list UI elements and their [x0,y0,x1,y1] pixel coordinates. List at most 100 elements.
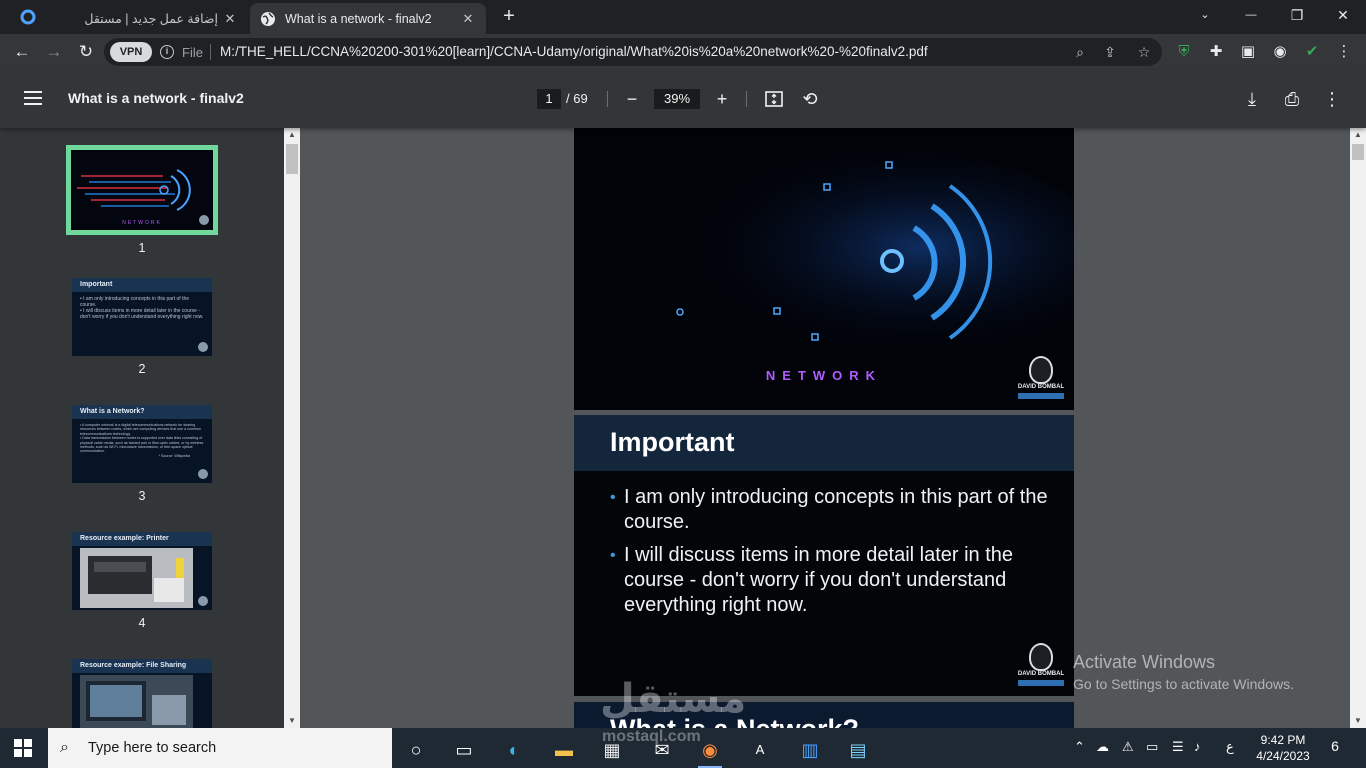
security-check-icon[interactable]: ✔ [1300,40,1324,64]
shield-lock-icon[interactable]: ⛨ [1172,40,1196,64]
search-icon: ⌕ [60,739,69,756]
avatar-icon [1029,643,1053,671]
screen: إضافة عمل جديد | مستقل ✕ What is a netwo… [0,0,1366,768]
thumbnail-image: NETWORK [66,145,218,235]
thumbnail-text: • I will discuss items in more detail la… [80,308,204,320]
clock-time: 9:42 PM [1260,733,1306,747]
slide-2: Important I am only introducing concepts… [574,415,1074,696]
logo-bar [1018,393,1064,399]
thumbnail-image: Resource example: Printer [72,532,212,610]
scroll-up-icon[interactable]: ▲ [284,128,300,142]
rotate-icon[interactable]: ⟲ [798,87,822,111]
zoom-input[interactable] [654,89,700,109]
network-app-icon[interactable]: ▤ [836,732,880,768]
battery-icon[interactable]: ▭ [1146,739,1158,755]
close-icon[interactable]: ✕ [460,11,476,27]
notification-icon[interactable]: 6 [1324,738,1346,758]
bullet-item: I will discuss items in more detail late… [610,543,1050,618]
scroll-down-icon[interactable]: ▼ [284,714,300,728]
url-text[interactable]: M:/THE_HELL/CCNA%20200-301%20[learn]/CCN… [220,44,928,59]
more-options-icon[interactable]: ⋮ [1320,87,1344,111]
scroll-up-icon[interactable]: ▲ [1350,128,1366,142]
kebab-menu-icon[interactable]: ⋮ [1332,40,1356,64]
thumbnail-4[interactable]: Resource example: Printer 4 [66,532,218,630]
share-icon[interactable]: ⇪ [1100,42,1120,62]
app-a-icon[interactable]: A [738,732,782,768]
wifi-icon[interactable]: ☰ [1172,739,1184,755]
info-icon[interactable]: i [160,45,174,59]
search-placeholder: Type here to search [88,740,217,756]
cortana-icon[interactable]: ○ [394,732,438,768]
thumbnail-heading: Important [72,278,212,292]
document-viewer[interactable]: NETWORK DAVID BOMBAL Important I am only… [300,128,1350,728]
thumbnail-heading: Resource example: Printer [72,532,212,546]
show-hidden-icons-icon[interactable]: ⌃ [1074,739,1085,755]
thumb-network-word: NETWORK [122,220,162,226]
activate-subtitle: Go to Settings to activate Windows. [1073,676,1294,692]
divider [607,91,608,107]
thumbnail-2[interactable]: Important • I am only introducing concep… [66,278,218,376]
menu-icon[interactable] [24,91,42,105]
volume-icon[interactable]: ♪ [1194,739,1201,754]
reload-button[interactable]: ↻ [74,40,98,64]
scrollbar-thumb[interactable] [1352,144,1364,160]
taskbar-search[interactable]: ⌕ Type here to search [48,728,392,768]
minimize-button[interactable]: — [1228,0,1274,30]
task-view-icon[interactable]: ▭ [442,732,486,768]
back-button[interactable]: ← [10,40,34,64]
omnibox[interactable]: VPN i File M:/THE_HELL/CCNA%20200-301%20… [104,38,1162,66]
thumbnail-image: Resource example: File Sharing [72,659,212,728]
maximize-button[interactable]: ❐ [1274,0,1320,30]
file-explorer-icon[interactable]: ▬ [542,732,586,768]
chevron-down-icon[interactable]: ⌄ [1182,0,1228,30]
zoom-icon[interactable]: ⌕ [1070,42,1090,62]
onedrive-icon[interactable]: ☁ [1096,739,1109,755]
profile-icon[interactable]: ◉ [1268,40,1292,64]
side-panel-icon[interactable]: ▣ [1236,40,1260,64]
language-indicator[interactable]: ع [1226,739,1234,755]
close-icon[interactable]: ✕ [222,11,238,27]
building-app-icon[interactable]: ▥ [788,732,832,768]
clock[interactable]: 9:42 PM 4/24/2023 [1248,732,1318,764]
slide-title: Important [610,427,735,457]
thumbnail-heading: What is a Network? [72,405,212,419]
pdf-toolbar: What is a network - finalv2 / 69 − + ⟲ ⤓… [0,70,1366,128]
extensions-icon[interactable]: ✚ [1204,40,1228,64]
globe-icon [261,11,275,26]
thumbnail-sidebar: NETWORK 1 Important • I am only introduc… [0,128,284,728]
tab-pdf[interactable]: What is a network - finalv2 ✕ [250,3,486,34]
close-window-button[interactable]: ✕ [1320,0,1366,30]
logo-icon [198,342,208,352]
thumbnail-5[interactable]: Resource example: File Sharing 5 [66,659,218,728]
thumbnail-1[interactable]: NETWORK 1 [66,145,218,255]
tab-mostaql[interactable]: إضافة عمل جديد | مستقل ✕ [12,3,248,34]
bullet-item: I am only introducing concepts in this p… [610,485,1050,535]
forward-button[interactable]: → [42,40,66,64]
print-icon[interactable]: ⎙ [1280,87,1304,111]
zoom-out-button[interactable]: − [620,87,644,111]
scrollbar-thumb[interactable] [286,144,298,174]
network-art-thumb: NETWORK [71,150,213,230]
edge-icon[interactable]: ◐ [492,732,536,768]
zoom-in-button[interactable]: + [710,87,734,111]
scroll-down-icon[interactable]: ▼ [1350,714,1366,728]
fit-page-icon[interactable] [764,89,784,109]
bookmark-star-icon[interactable]: ☆ [1134,42,1154,62]
logo: DAVID BOMBAL [1014,356,1068,402]
watermark-arabic: مستقل [600,677,747,721]
document-title: What is a network - finalv2 [68,90,244,106]
alert-icon[interactable]: ⚠ [1122,739,1134,755]
download-icon[interactable]: ⤓ [1240,87,1264,111]
new-tab-button[interactable]: + [498,6,520,28]
windows-start-icon[interactable] [14,739,32,757]
page-number-input[interactable] [537,89,561,109]
logo-name: DAVID BOMBAL [1017,671,1065,677]
sidebar-scrollbar[interactable]: ▲ ▼ [284,128,300,728]
thumbnail-3[interactable]: What is a Network? • A computer network … [66,405,218,503]
document-scrollbar[interactable]: ▲ ▼ [1350,128,1366,728]
logo: DAVID BOMBAL [1014,643,1068,689]
activate-windows-notice: Activate Windows Go to Settings to activ… [1073,652,1294,692]
vpn-badge[interactable]: VPN [110,42,152,62]
thumbnail-text: • Data transmission between nodes is sup… [80,436,204,454]
thumbnail-number: 1 [138,241,146,255]
